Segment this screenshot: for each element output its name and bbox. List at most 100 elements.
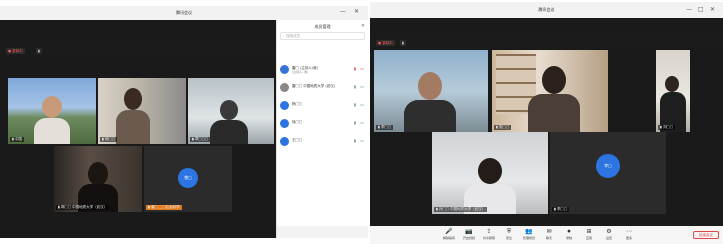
meeting-control-bar: 🎤 解除静音 📷 开启视频 ⇪ 共享屏幕 ⛨ 安全 👥 管理成员 ✉ 聊天 ⏺ 录制 ⊞ 应用 … [370, 226, 723, 244]
participant-body [528, 94, 580, 132]
member-item[interactable]: 雷□□ 中国地质大学 (武汉) ▮ ▭ [280, 82, 365, 94]
member-avatar [280, 119, 289, 128]
video-button[interactable]: 📷 开启视频 [462, 228, 476, 240]
panel-footer [277, 226, 368, 238]
search-icon: ⌕ [283, 34, 285, 38]
participant-label: ▮李□□ [552, 207, 570, 212]
share-screen-button[interactable]: ⇪ 共享屏幕 [482, 228, 496, 240]
close-icon[interactable]: ✕ [354, 9, 359, 15]
mic-icon: ▮ [192, 137, 194, 141]
video-tile[interactable]: ▮孙□□ 中国地质大学（武汉） [432, 132, 548, 214]
mute-button[interactable]: 🎤 解除静音 [442, 228, 456, 240]
mic-icon: ▮ [554, 207, 556, 211]
participant-label: ▮李□□ [376, 125, 394, 130]
video-tile[interactable]: ▮郭□□ 中国地质大学（武汉） [54, 146, 142, 212]
minimize-icon[interactable]: — [686, 7, 692, 13]
chat-button[interactable]: ✉ 聊天 [542, 228, 556, 240]
right-meeting-window: 腾讯会议 — □ ✕ ● 录制中 ▮ ▮李□□ ▮张□□ ▮刘□□ ▮孙□□ 中… [370, 2, 723, 244]
video-icon[interactable]: ▭ [360, 84, 364, 89]
left-title-bar: 腾讯会议 — ✕ [0, 6, 368, 20]
share-status-button[interactable]: ▮ [400, 40, 406, 46]
participant-figure [124, 88, 142, 110]
minimize-icon[interactable]: — [340, 9, 346, 15]
participant-label: ▮章□□□ [190, 137, 211, 142]
video-icon[interactable]: ▭ [360, 66, 364, 71]
security-button[interactable]: ⛨ 安全 [502, 228, 516, 240]
left-meeting-window: 腾讯会议 — ✕ ● 录制中 ▮ ▮中国 ▮杨□□ ▮章□□□ ▮郭□□ 中国地… [0, 6, 368, 238]
members-panel-title: 成员管理 [314, 24, 331, 29]
participant-avatar: 曾□ [178, 168, 198, 188]
share-icon: ⇪ [486, 228, 492, 235]
member-item[interactable]: 杨□□ ▮ ▭ [280, 100, 365, 112]
participant-body [210, 120, 248, 144]
close-icon[interactable]: ✕ [710, 7, 715, 13]
video-tile[interactable]: ▮张□□ [492, 50, 608, 132]
participant-figure [418, 72, 442, 100]
chat-icon: ✉ [546, 228, 552, 235]
more-icon: ⋯ [626, 228, 632, 235]
member-search-input[interactable]: ⌕ 搜索成员 [280, 32, 365, 40]
share-status-button[interactable]: ▮ [36, 48, 42, 54]
mic-icon: 🎤 [445, 228, 453, 235]
video-icon[interactable]: ▭ [360, 102, 364, 107]
participant-label: ▮杨□□ [100, 137, 118, 142]
mic-icon[interactable]: ▮ [354, 138, 356, 143]
record-icon: ⏺ [567, 228, 571, 235]
video-icon[interactable]: ▭ [360, 120, 364, 125]
mic-off-icon[interactable]: ▮ [354, 66, 356, 71]
record-button[interactable]: ⏺ 录制 [562, 228, 576, 240]
participant-figure [88, 162, 108, 186]
mic-icon[interactable]: ▮ [354, 84, 356, 89]
more-button[interactable]: ⋯ 更多 [622, 228, 636, 240]
member-avatar [280, 83, 289, 92]
participant-figure [220, 100, 238, 120]
video-tile[interactable]: ▮章□□□ [188, 78, 274, 144]
mic-icon[interactable]: ▮ [354, 120, 356, 125]
member-item[interactable]: 王□□ ▮ ▭ [280, 136, 365, 148]
end-meeting-button[interactable]: 结束会议 [693, 231, 719, 239]
panel-close-icon[interactable]: ✕ [361, 23, 365, 29]
left-window-title: 腾讯会议 [176, 10, 192, 15]
right-window-title: 腾讯会议 [538, 7, 555, 12]
record-status-button[interactable]: ● 录制中 [6, 48, 25, 54]
mic-icon: ▮ [148, 205, 150, 209]
settings-button[interactable]: ⚙ 设置 [602, 228, 616, 240]
members-panel: 成员管理 ✕ ⌕ 搜索成员 雷□ (主持人/我) (主持人, 我) ▮ ▭ 雷□… [276, 20, 368, 238]
video-tile-avatar-only[interactable]: 李□ ▮李□□ [550, 132, 666, 214]
record-status-button[interactable]: ● 录制中 [376, 40, 395, 46]
members-icon: 👥 [525, 228, 533, 235]
maximize-icon[interactable]: □ [698, 7, 704, 13]
participant-label: ▮张□□ [494, 125, 512, 130]
video-tile[interactable]: ▮刘□□ [656, 50, 690, 132]
member-avatar [280, 65, 289, 74]
video-tile[interactable]: ▮杨□□ [98, 78, 186, 144]
participant-figure [478, 158, 502, 184]
video-icon[interactable]: ▭ [360, 138, 364, 143]
video-tile-avatar-only[interactable]: 曾□ ▮雷□ 二□社会科学 [144, 146, 232, 212]
members-button[interactable]: 👥 管理成员 [522, 228, 536, 240]
participant-label: ▮郭□□ 中国地质大学（武汉） [56, 205, 110, 210]
participant-body [34, 118, 70, 144]
mic-icon: ▮ [12, 137, 14, 141]
right-top-toolbar: ● 录制中 ▮ [370, 38, 723, 48]
member-item[interactable]: 雷□ (主持人/我) (主持人, 我) ▮ ▭ [280, 64, 365, 76]
mic-icon: ▮ [436, 207, 438, 211]
right-title-bar: 腾讯会议 — □ ✕ [370, 2, 723, 18]
participant-body [116, 110, 150, 144]
participant-body [404, 100, 456, 132]
participant-avatar: 李□ [596, 154, 620, 178]
participant-label: ▮中国 [10, 137, 24, 142]
apps-button[interactable]: ⊞ 应用 [582, 228, 596, 240]
mic-icon[interactable]: ▮ [354, 102, 356, 107]
participant-figure [665, 76, 679, 92]
member-item[interactable]: 徐□□ ▮ ▭ [280, 118, 365, 130]
participant-figure [542, 66, 566, 94]
mic-icon: ▮ [58, 205, 60, 209]
left-video-area: ● 录制中 ▮ ▮中国 ▮杨□□ ▮章□□□ ▮郭□□ 中国地质大学（武汉） 曾… [0, 20, 276, 238]
security-icon: ⛨ [506, 228, 512, 235]
member-avatar [280, 101, 289, 110]
video-tile[interactable]: ▮李□□ [374, 50, 488, 132]
camera-icon: 📷 [465, 228, 473, 235]
participant-label: ▮孙□□ 中国地质大学（武汉） [434, 207, 488, 212]
video-tile[interactable]: ▮中国 [8, 78, 96, 144]
